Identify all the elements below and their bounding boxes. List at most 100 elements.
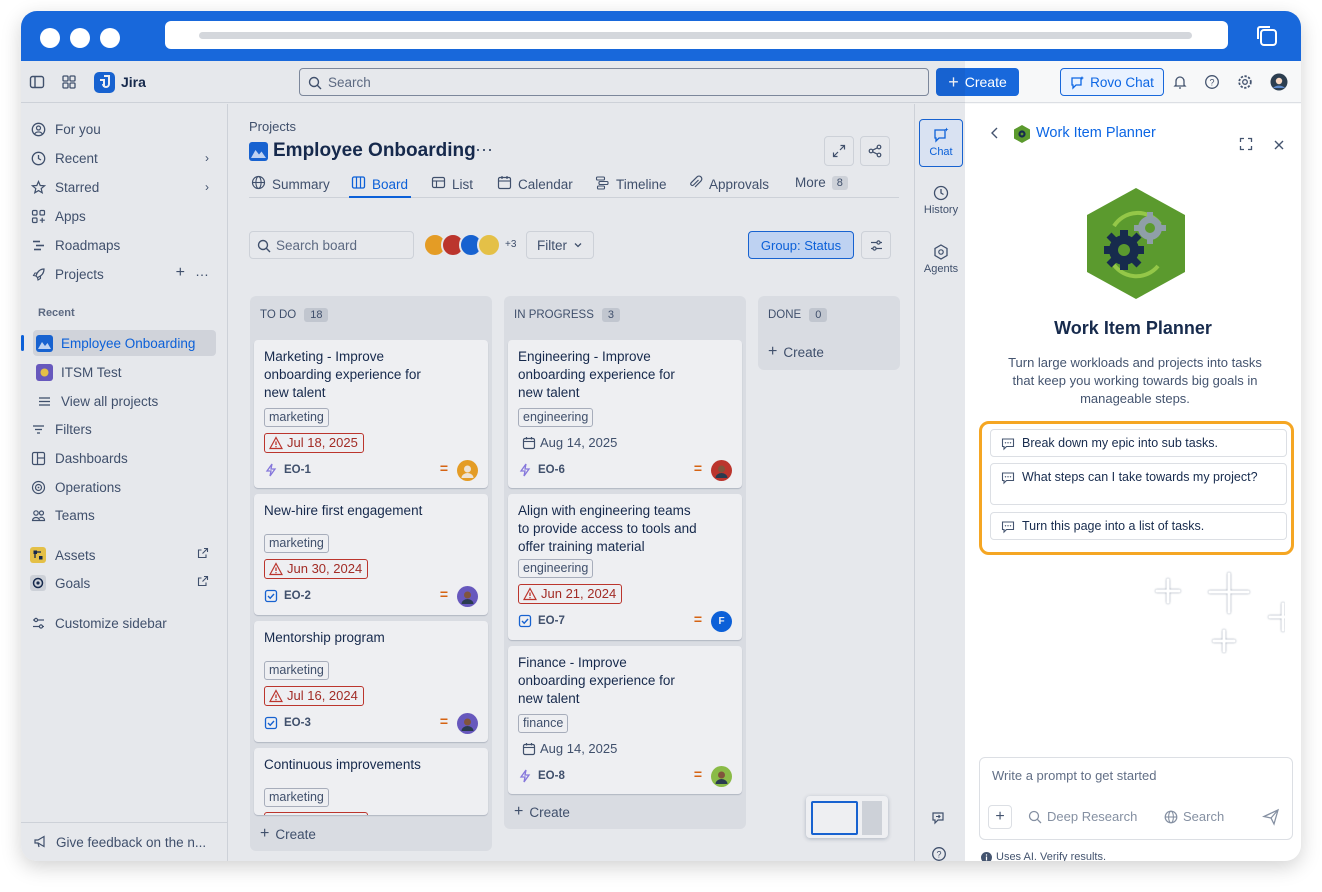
sidebar-item-apps[interactable]: Apps (27, 203, 217, 229)
board-search-input[interactable]: Search board (249, 231, 414, 259)
more-options-icon[interactable]: … (195, 263, 209, 279)
profile-avatar[interactable] (1268, 71, 1290, 93)
card-label[interactable]: marketing (264, 534, 329, 553)
view-settings-icon[interactable] (861, 231, 891, 259)
sidebar-item-for-you[interactable]: For you (27, 116, 217, 142)
column-header[interactable]: DONE 0 (768, 308, 828, 322)
help-icon[interactable]: ? (931, 846, 947, 861)
address-bar[interactable] (165, 21, 1228, 49)
sidebar-item-assets[interactable]: Assets (27, 542, 217, 568)
more-actions-icon[interactable]: ⋯ (475, 140, 494, 161)
window-close-dot[interactable] (40, 28, 60, 48)
app-switcher-icon[interactable] (58, 71, 80, 93)
avatar[interactable] (457, 713, 478, 734)
tab-timeline[interactable]: Timeline (595, 175, 667, 193)
card-key[interactable]: EO-7 (518, 614, 565, 628)
card-label[interactable]: engineering (518, 559, 594, 578)
rail-history[interactable]: History (919, 178, 963, 226)
prompt-input[interactable]: Write a prompt to get started + Deep Res… (979, 757, 1293, 840)
sidebar-item-itsm-test[interactable]: ITSM Test (33, 359, 223, 385)
create-issue-button[interactable]: + Create (260, 825, 316, 843)
card-label[interactable]: finance (518, 714, 569, 733)
assignee-avatar-filter[interactable]: +3 (423, 233, 516, 257)
board-card[interactable]: Finance - Improve onboarding experience … (508, 646, 742, 794)
tab-approvals[interactable]: Approvals (688, 175, 769, 193)
sidebar-item-view-all-projects[interactable]: View all projects (33, 388, 223, 414)
minimap-viewport[interactable] (811, 801, 858, 835)
sidebar-item-filters[interactable]: Filters (27, 416, 217, 442)
suggested-prompt-button[interactable]: What steps can I take towards my project… (990, 463, 1287, 505)
web-search-toggle[interactable]: Search (1164, 809, 1224, 824)
sidebar-item-employee-onboarding[interactable]: Employee Onboarding (21, 330, 216, 356)
global-search-input[interactable]: Search (299, 68, 929, 96)
deep-research-toggle[interactable]: Deep Research (1028, 809, 1137, 824)
card-label[interactable]: marketing (264, 408, 329, 427)
close-icon[interactable] (1273, 138, 1285, 156)
card-key[interactable]: EO-1 (264, 463, 311, 477)
rail-chat[interactable]: Chat (919, 119, 963, 167)
board-card[interactable]: Continuous improvements marketing (254, 748, 488, 815)
board-card[interactable]: Engineering - Improve onboarding experie… (508, 340, 742, 488)
board-card[interactable]: Align with engineering teams to provide … (508, 494, 742, 640)
board-card[interactable]: New-hire first engagement marketing Jun … (254, 494, 488, 615)
tab-more[interactable]: More 8 (795, 175, 848, 190)
notifications-bell-icon[interactable] (1169, 71, 1191, 93)
avatar[interactable] (457, 460, 478, 481)
card-key[interactable]: EO-6 (518, 463, 565, 477)
card-key[interactable]: EO-8 (518, 769, 565, 783)
tab-summary[interactable]: Summary (251, 175, 330, 193)
tabs-overview-icon[interactable] (1255, 24, 1279, 48)
card-label[interactable]: marketing (264, 661, 329, 680)
suggested-prompt-button[interactable]: Break down my epic into sub tasks. (990, 429, 1287, 457)
sidebar-item-customize[interactable]: Customize sidebar (27, 610, 217, 636)
avatar[interactable]: F (711, 611, 732, 632)
settings-gear-icon[interactable] (1234, 71, 1256, 93)
card-key[interactable]: EO-3 (264, 716, 311, 730)
filter-button[interactable]: Filter (526, 231, 594, 259)
avatar[interactable] (477, 233, 501, 257)
tab-board[interactable]: Board (351, 175, 408, 193)
board-card[interactable]: Marketing - Improve onboarding experienc… (254, 340, 488, 488)
sidebar-item-projects[interactable]: Projects + … (27, 261, 217, 287)
create-issue-button[interactable]: + Create (514, 803, 570, 821)
more-avatars-count[interactable]: +3 (505, 239, 516, 257)
add-attachment-button[interactable]: + (988, 805, 1012, 829)
chevron-right-icon[interactable]: › (205, 151, 209, 165)
suggested-prompt-button[interactable]: Turn this page into a list of tasks. (990, 512, 1287, 540)
expand-icon[interactable] (1239, 137, 1253, 156)
avatar[interactable] (711, 460, 732, 481)
avatar[interactable] (711, 766, 732, 787)
sidebar-item-dashboards[interactable]: Dashboards (27, 445, 217, 471)
sidebar-item-operations[interactable]: Operations (27, 474, 217, 500)
sidebar-item-goals[interactable]: Goals (27, 570, 217, 596)
back-chevron-icon[interactable] (989, 126, 1001, 145)
sidebar-item-teams[interactable]: Teams (27, 502, 217, 528)
sidebar-item-starred[interactable]: Starred › (27, 174, 217, 200)
card-label[interactable]: marketing (264, 788, 329, 807)
column-header[interactable]: TO DO 18 (260, 308, 329, 322)
sidebar-item-roadmaps[interactable]: Roadmaps (27, 232, 217, 258)
add-project-icon[interactable]: + (176, 264, 185, 282)
avatar[interactable] (457, 586, 478, 607)
jira-logo-icon[interactable] (94, 72, 115, 93)
send-icon[interactable] (1262, 808, 1280, 826)
board-minimap[interactable] (806, 796, 888, 838)
card-key[interactable]: EO-2 (264, 589, 311, 603)
sidebar-item-recent[interactable]: Recent › (27, 145, 217, 171)
app-name[interactable]: Jira (121, 74, 146, 90)
breadcrumb[interactable]: Projects (249, 119, 296, 134)
sidebar-toggle-icon[interactable] (26, 71, 48, 93)
column-header[interactable]: IN PROGRESS 3 (514, 308, 621, 322)
rovo-chat-button[interactable]: Rovo Chat (1060, 68, 1164, 96)
window-maximize-dot[interactable] (100, 28, 120, 48)
board-card[interactable]: Mentorship program marketing Jul 16, 202… (254, 621, 488, 742)
window-minimize-dot[interactable] (70, 28, 90, 48)
chevron-right-icon[interactable]: › (205, 180, 209, 194)
rail-agents[interactable]: Agents (919, 237, 963, 285)
group-by-button[interactable]: Group: Status (748, 231, 854, 259)
create-issue-button[interactable]: + Create (768, 343, 824, 361)
share-icon[interactable] (860, 136, 890, 166)
card-label[interactable]: engineering (518, 408, 594, 427)
help-icon[interactable]: ? (1201, 71, 1223, 93)
create-button[interactable]: + Create (936, 68, 1019, 96)
